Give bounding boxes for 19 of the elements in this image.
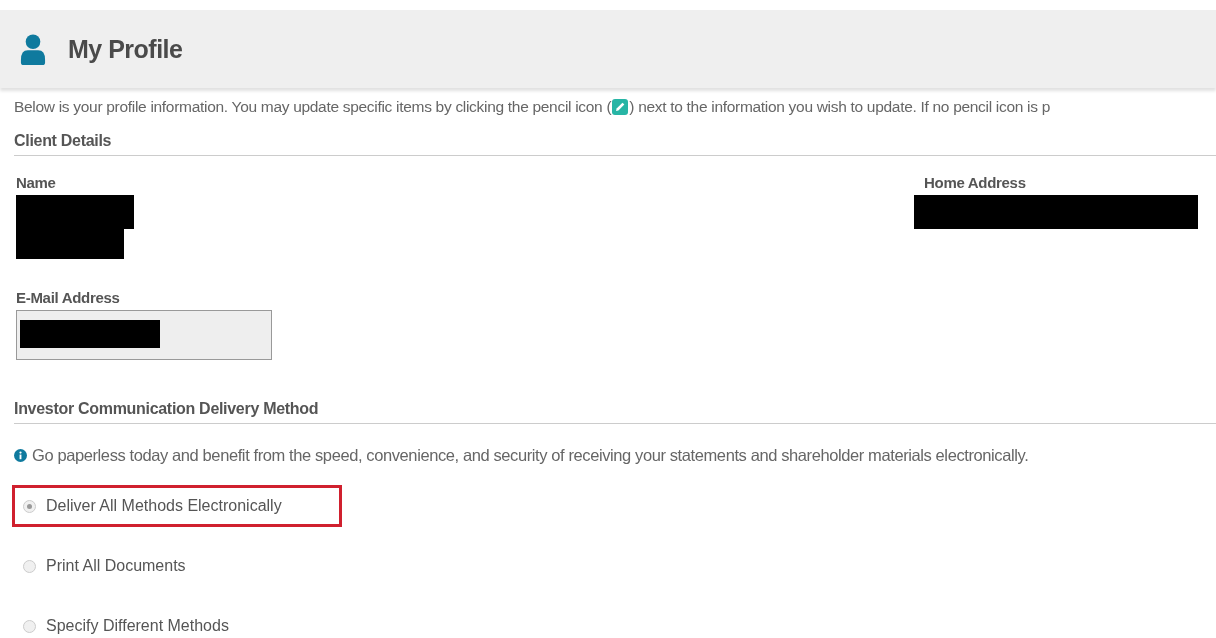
option-label[interactable]: Print All Documents bbox=[46, 557, 186, 575]
intro-text: Below is your profile information. You may update specific items by clicking the pencil icon ( bbox=[14, 98, 612, 116]
person-icon bbox=[20, 33, 46, 65]
option-label[interactable]: Specify Different Methods bbox=[46, 617, 229, 635]
field-label: Name bbox=[16, 174, 57, 191]
intro-text: ) next to the information you wish to update. If no pencil icon is p bbox=[629, 98, 1051, 116]
option-label[interactable]: Deliver All Methods Electronically bbox=[46, 497, 282, 515]
info-icon bbox=[14, 449, 27, 462]
field-label: Home Address bbox=[924, 174, 1027, 191]
email-field[interactable] bbox=[16, 310, 272, 360]
info-text: Go paperless today and benefit from the speed, convenience, and security of receiving your statements and shareholder materials electronically. bbox=[32, 446, 1029, 465]
radio-button[interactable] bbox=[23, 499, 36, 513]
section-heading: Investor Communication Delivery Method bbox=[14, 400, 319, 417]
page-title: My Profile bbox=[68, 34, 183, 64]
section-heading: Client Details bbox=[14, 132, 112, 149]
pencil-icon bbox=[612, 99, 629, 115]
radio-button[interactable] bbox=[23, 559, 36, 573]
radio-button[interactable] bbox=[23, 619, 36, 633]
field-label: E-Mail Address bbox=[16, 289, 121, 306]
